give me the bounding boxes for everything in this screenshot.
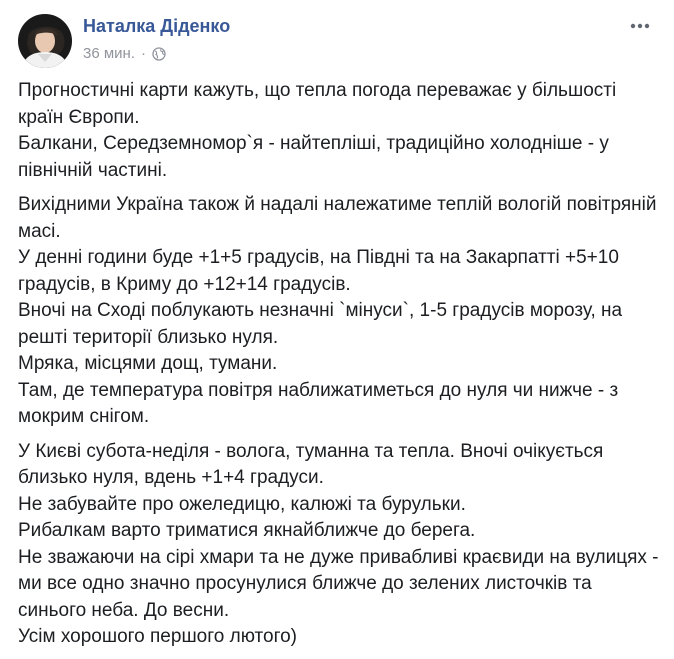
- post-text-line: Там, де температура повітря наближатимет…: [18, 379, 619, 401]
- post-timestamp[interactable]: 36 мин.: [83, 45, 135, 62]
- post-text-line: Вихідними Україна також й надалі належат…: [18, 194, 657, 215]
- post-paragraph: У Києві субота-неділя - волога, туманна …: [18, 439, 663, 651]
- post-text-line: Вночі на Сході поблукають незначні `міну…: [18, 300, 623, 321]
- facebook-post: Наталка Діденко 36 мин. · Прогностичні к…: [0, 0, 674, 648]
- post-text-line: мокрим снігом.: [18, 406, 150, 427]
- post-text-line: Не зважаючи на сірі хмари та не дуже при…: [18, 546, 659, 568]
- post-paragraph: Вихідними Україна також й надалі належат…: [18, 192, 663, 431]
- post-text-line: масі.: [18, 220, 61, 242]
- post-text-line: Не забувайте про ожеледицю, калюжі та бу…: [18, 493, 466, 515]
- post-text-line: решті території близько нуля.: [18, 326, 279, 348]
- ellipsis-icon[interactable]: [628, 16, 652, 36]
- meta-separator: ·: [141, 45, 146, 62]
- post-text-line: Балкани, Середземномор`я - найтепліші, т…: [18, 133, 609, 154]
- post-text-line: ми все одно значно просунулися ближче до…: [18, 573, 592, 594]
- post-text-line: У Києві субота-неділя - волога, туманна …: [18, 440, 604, 462]
- post-meta: 36 мин. ·: [83, 45, 166, 62]
- post-text-line: Рибалкам варто триматися якнайближче до …: [18, 520, 476, 541]
- post-text-line: градусів, в Криму до +12+14 градусів.: [18, 273, 351, 295]
- post-text-line: Прогностичні карти кажуть, що тепла пого…: [18, 80, 617, 101]
- post-text-line: синього неба. До весни.: [18, 599, 230, 621]
- author-name[interactable]: Наталка Діденко: [83, 16, 230, 37]
- post-body: Прогностичні карти кажуть, що тепла пого…: [18, 78, 663, 659]
- post-paragraph: Прогностичні карти кажуть, що тепла пого…: [18, 78, 663, 184]
- post-text-line: північній частині.: [18, 159, 168, 181]
- globe-icon[interactable]: [152, 46, 166, 61]
- post-text-line: Усім хорошого першого лютого): [18, 626, 297, 647]
- post-text-line: близько нуля, вдень +1+4 градуси.: [18, 467, 324, 488]
- post-text-line: Мряка, місцями дощ, тумани.: [18, 353, 278, 374]
- profile-photo: [18, 14, 72, 68]
- post-text-line: країн Європи.: [18, 106, 140, 128]
- post-text-line: У денні години буде +1+5 градусів, на Пі…: [18, 247, 619, 268]
- author-avatar[interactable]: [18, 14, 72, 68]
- post-header: Наталка Діденко 36 мин. ·: [14, 12, 660, 68]
